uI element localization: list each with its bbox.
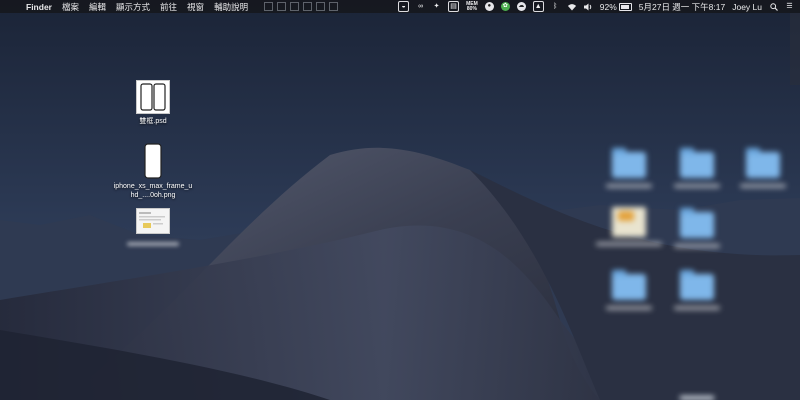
- ghost-tool-icon: [329, 2, 339, 11]
- menu-bar: Finder 檔案 編輯 顯示方式 前往 視窗 輔助說明 ◒ ∞ ✦ ▤ MEM…: [0, 0, 800, 13]
- disk-icon[interactable]: ▤: [448, 1, 460, 12]
- wifi-icon[interactable]: [567, 2, 577, 11]
- desktop-file-screenshot[interactable]: [113, 208, 193, 246]
- control-center-icon[interactable]: ☰: [785, 2, 794, 11]
- document-icon[interactable]: [612, 207, 646, 237]
- folder-icon[interactable]: [680, 208, 714, 238]
- bear-icon[interactable]: ◒: [398, 1, 410, 12]
- eye-icon[interactable]: ●: [484, 2, 494, 11]
- desktop-wallpaper: [0, 0, 800, 400]
- memory-meter-icon[interactable]: MEM 80%: [466, 1, 478, 12]
- blurred-folder-label: [740, 184, 786, 188]
- memory-value: 80%: [466, 5, 477, 12]
- battery-status[interactable]: 92%: [600, 2, 632, 12]
- partial-file-icon[interactable]: [680, 396, 714, 400]
- search-icon[interactable]: [769, 2, 778, 11]
- desktop-file-psd[interactable]: 雙框.psd: [113, 80, 193, 126]
- bluetooth-icon[interactable]: ᛒ: [551, 2, 560, 11]
- user-switcher[interactable]: Joey Lu: [732, 2, 762, 12]
- creative-cloud-icon[interactable]: ∞: [416, 2, 425, 11]
- blurred-folder-label: [674, 306, 720, 310]
- toolbar-ghost-strip: [264, 2, 339, 11]
- blurred-folder-label: [606, 184, 652, 188]
- desktop-file-png[interactable]: iphone_xs_max_frame_uhd_....0oh.png: [113, 143, 193, 200]
- screenshot-thumbnail: [136, 208, 170, 234]
- menu-clock[interactable]: 5月27日 週一 下午8:17: [639, 1, 725, 13]
- ghost-tool-icon: [264, 2, 274, 11]
- menu-help[interactable]: 輔助說明: [214, 1, 248, 13]
- file-label: iphone_xs_max_frame_uhd_....0oh.png: [113, 183, 193, 199]
- battery-icon: [618, 2, 632, 11]
- iphone-frame-thumbnail: [143, 143, 163, 179]
- menu-window[interactable]: 視窗: [187, 1, 204, 13]
- volume-icon[interactable]: [583, 2, 593, 11]
- blurred-folder-label: [674, 184, 720, 188]
- folder-icon[interactable]: [612, 270, 646, 300]
- dropbox-icon[interactable]: ✦: [432, 2, 441, 11]
- blurred-folder-label: [606, 306, 652, 310]
- menu-file[interactable]: 檔案: [62, 1, 79, 13]
- folder-icon[interactable]: [680, 148, 714, 178]
- ghost-tool-icon: [290, 2, 300, 11]
- menu-view[interactable]: 顯示方式: [116, 1, 150, 13]
- document-folder-badge: [618, 211, 634, 221]
- blurred-folder-label: [674, 244, 720, 248]
- app-menu-finder[interactable]: Finder: [26, 2, 52, 12]
- menu-edit[interactable]: 編輯: [89, 1, 106, 13]
- green-app-icon[interactable]: ✿: [500, 2, 510, 11]
- folder-icon[interactable]: [680, 270, 714, 300]
- ghost-tool-icon: [277, 2, 287, 11]
- file-label: 雙框.psd: [139, 118, 167, 125]
- blurred-file-label: [127, 242, 179, 246]
- cloud-icon[interactable]: ☁: [516, 2, 526, 11]
- folder-icon[interactable]: [746, 148, 780, 178]
- ghost-tool-icon: [303, 2, 313, 11]
- menu-go[interactable]: 前往: [160, 1, 177, 13]
- psd-thumbnail: [136, 80, 170, 114]
- folder-icon[interactable]: [612, 148, 646, 178]
- ghost-tool-icon: [316, 2, 326, 11]
- battery-percent: 92%: [599, 1, 617, 12]
- blurred-file-label: [596, 242, 662, 246]
- airplay-icon[interactable]: ▲: [532, 1, 544, 12]
